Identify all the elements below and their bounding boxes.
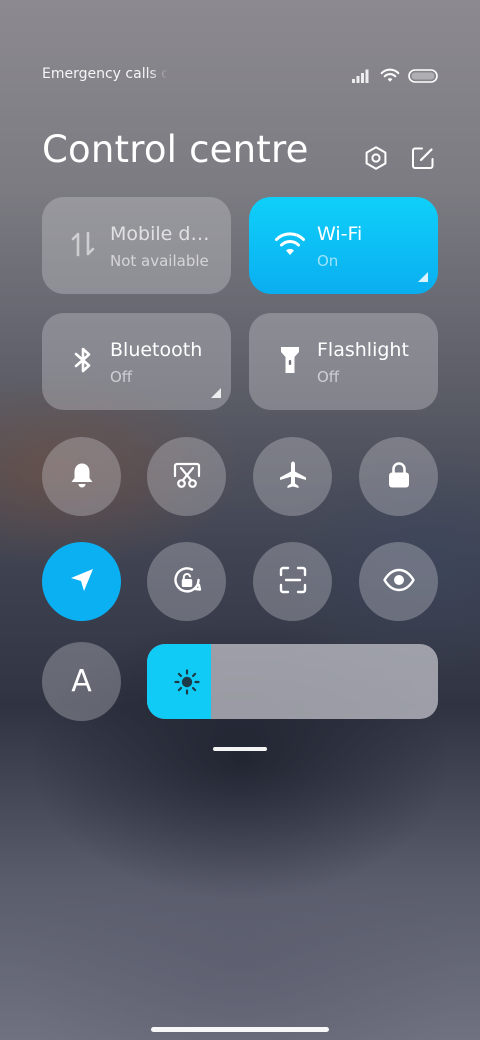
location-arrow-icon (67, 565, 97, 599)
tile-label: Bluetooth (110, 339, 203, 361)
airplane-icon (277, 459, 309, 495)
toggle-location[interactable] (42, 542, 121, 621)
tile-mobile-data[interactable]: Mobile data Not available (42, 197, 231, 294)
toggle-sound[interactable] (42, 437, 121, 516)
toggle-reading-mode[interactable] (359, 542, 438, 621)
toggle-airplane[interactable] (253, 437, 332, 516)
settings-icon (363, 145, 389, 175)
bluetooth-icon (66, 343, 100, 377)
tile-sublabel: Not available (110, 252, 209, 270)
mobile-data-icon (66, 227, 100, 261)
eye-icon (382, 567, 416, 597)
edit-icon (410, 145, 436, 175)
tile-label: Mobile data (110, 223, 210, 245)
signal-icon (352, 69, 372, 83)
wifi-icon (380, 68, 400, 83)
flashlight-icon (273, 343, 307, 377)
tile-flashlight[interactable]: Flashlight Off (249, 313, 438, 410)
expand-corner-icon[interactable] (211, 388, 221, 398)
page-title: Control centre (42, 128, 309, 171)
toggle-lock[interactable] (359, 437, 438, 516)
tile-sublabel: Off (317, 368, 340, 386)
bell-icon (67, 460, 97, 494)
status-bar: Emergency calls only (42, 66, 438, 86)
status-icons (352, 68, 438, 83)
tile-label: Flashlight (317, 339, 409, 361)
wifi-icon (273, 227, 307, 261)
settings-button[interactable] (362, 146, 390, 174)
auto-brightness-icon: A (71, 664, 92, 699)
toggle-auto-brightness[interactable]: A (42, 642, 121, 721)
sun-icon (173, 668, 201, 696)
toggle-screenshot[interactable] (147, 437, 226, 516)
toggle-rotation-lock[interactable] (147, 542, 226, 621)
battery-icon (408, 68, 438, 83)
tile-label: Wi-Fi (317, 223, 363, 245)
scan-icon (277, 564, 309, 600)
rotation-lock-icon (170, 563, 204, 601)
edit-button[interactable] (409, 146, 437, 174)
tile-bluetooth[interactable]: Bluetooth Off (42, 313, 231, 410)
lock-icon (384, 459, 414, 495)
screenshot-icon (171, 459, 203, 495)
carrier-status-text: Emergency calls only (42, 66, 168, 82)
brightness-slider[interactable] (147, 644, 438, 719)
tile-sublabel: Off (110, 368, 133, 386)
tile-sublabel: On (317, 252, 339, 270)
gesture-nav-bar[interactable] (151, 1027, 329, 1032)
tile-wifi[interactable]: Wi-Fi On (249, 197, 438, 294)
expand-corner-icon[interactable] (418, 272, 428, 282)
drag-handle[interactable] (213, 747, 267, 751)
toggle-scanner[interactable] (253, 542, 332, 621)
